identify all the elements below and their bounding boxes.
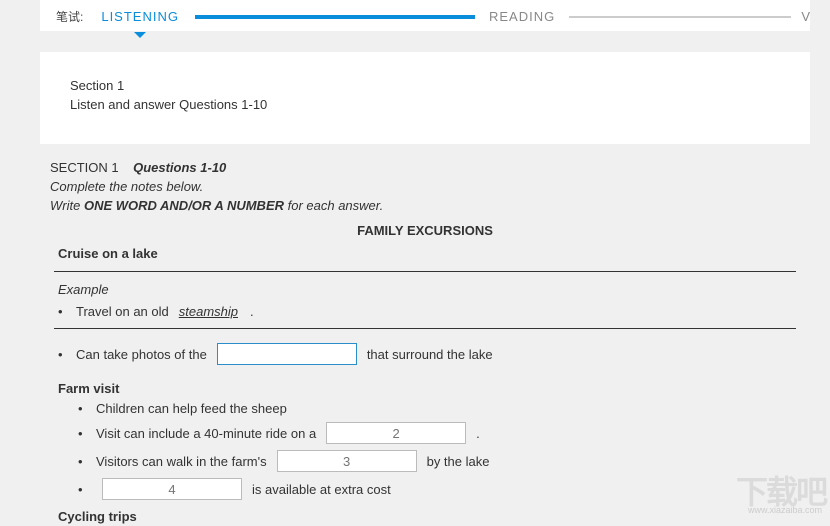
question-range: Questions 1-10	[133, 160, 226, 175]
bullet-icon: •	[78, 426, 96, 441]
tab-listening[interactable]: LISTENING	[101, 9, 179, 24]
question-header: SECTION 1 Questions 1-10	[50, 160, 800, 175]
example-label: Example	[50, 276, 800, 301]
q3-row: • Visitors can walk in the farm's by the…	[50, 447, 800, 475]
bullet-icon: •	[58, 347, 76, 362]
instruction-1: Complete the notes below.	[50, 179, 800, 194]
q3-input[interactable]	[277, 450, 417, 472]
reading-progress-bar	[569, 16, 791, 18]
instruction-2: Write ONE WORD AND/OR A NUMBER for each …	[50, 198, 800, 213]
q2-post: .	[476, 426, 480, 441]
q3-post: by the lake	[427, 454, 490, 469]
section-panel: Section 1 Listen and answer Questions 1-…	[40, 52, 810, 144]
tab-edge: V	[801, 9, 810, 24]
example-post: .	[250, 304, 254, 319]
listening-progress-bar	[195, 15, 475, 19]
tab-reading[interactable]: READING	[489, 9, 555, 24]
q2-input[interactable]	[326, 422, 466, 444]
question-area: SECTION 1 Questions 1-10 Complete the no…	[40, 160, 810, 526]
instr2-bold: ONE WORD AND/OR A NUMBER	[84, 198, 284, 213]
notes-title: FAMILY EXCURSIONS	[50, 223, 800, 238]
q3-pre: Visitors can walk in the farm's	[96, 454, 267, 469]
q2-row: • Visit can include a 40-minute ride on …	[50, 419, 800, 447]
farm-heading: Farm visit	[50, 375, 800, 398]
q2-pre: Visit can include a 40-minute ride on a	[96, 426, 316, 441]
example-answer: steamship	[173, 304, 244, 319]
q4-post: is available at extra cost	[252, 482, 391, 497]
section-title: Section 1	[70, 78, 780, 93]
tabs-prefix-label: 笔试:	[56, 8, 83, 25]
bullet-icon: •	[78, 401, 96, 416]
bullet-icon: •	[78, 482, 96, 497]
q4-input[interactable]	[102, 478, 242, 500]
divider-2	[54, 328, 796, 329]
bullet-icon: •	[78, 454, 96, 469]
section-subtitle: Listen and answer Questions 1-10	[70, 97, 780, 112]
farm-row-1: • Children can help feed the sheep	[50, 398, 800, 419]
bullet-icon: •	[58, 304, 76, 319]
tabs-bar: 笔试: LISTENING READING V	[40, 0, 810, 32]
farm-row-1-text: Children can help feed the sheep	[96, 401, 287, 416]
cruise-heading: Cruise on a lake	[50, 242, 800, 271]
example-pre: Travel on an old	[76, 304, 169, 319]
divider-1	[54, 271, 796, 272]
q1-post: that surround the lake	[367, 347, 493, 362]
q4-row: • is available at extra cost	[50, 475, 800, 503]
instr2-post: for each answer.	[284, 198, 383, 213]
instr2-pre: Write	[50, 198, 84, 213]
section-number: SECTION 1	[50, 160, 119, 175]
q1-pre: Can take photos of the	[76, 347, 207, 362]
q1-input[interactable]	[217, 343, 357, 365]
q1-row: • Can take photos of the that surround t…	[50, 333, 800, 375]
example-row: • Travel on an old steamship.	[50, 301, 800, 322]
